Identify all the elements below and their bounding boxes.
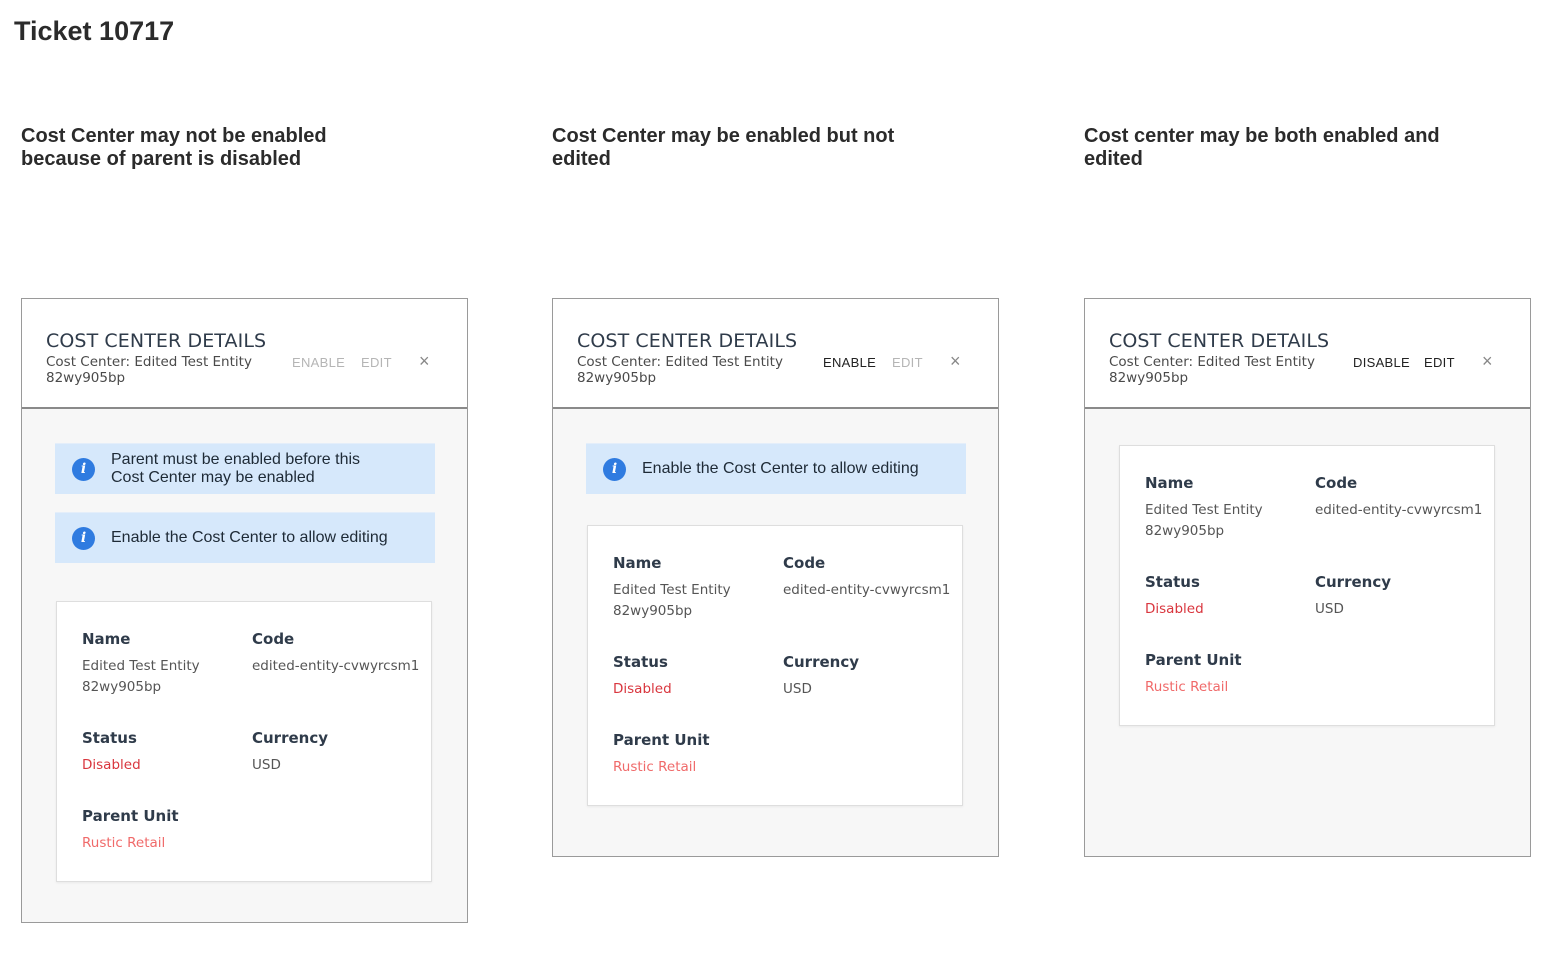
currency-value: USD <box>1315 601 1344 617</box>
parent-unit-field: Parent Unit Rustic Retail <box>1145 651 1242 698</box>
name-label: Name <box>82 630 131 648</box>
status-label: Status <box>82 729 137 747</box>
code-label: Code <box>783 554 826 572</box>
close-icon[interactable]: × <box>419 352 430 370</box>
currency-value: USD <box>252 757 281 773</box>
code-value: edited-entity-cvwyrcsm1 <box>783 582 951 598</box>
code-field: Code edited-entity-cvwyrcsm1 <box>1315 474 1485 521</box>
disable-button[interactable]: DISABLE <box>1353 355 1410 370</box>
panel-header: COST CENTER DETAILS Cost Center: Edited … <box>22 299 467 409</box>
status-value: Disabled <box>82 757 141 773</box>
status-label: Status <box>1145 573 1200 591</box>
panel-header: COST CENTER DETAILS Cost Center: Edited … <box>1085 299 1530 409</box>
alert-text: Enable the Cost Center to allow editing <box>642 460 919 477</box>
currency-field: Currency USD <box>783 653 859 700</box>
edit-button[interactable]: EDIT <box>892 355 923 370</box>
column-heading-3: Cost center may be both enabled and edit… <box>1084 125 1440 170</box>
currency-field: Currency USD <box>1315 573 1391 620</box>
alert-text: Parent must be enabled before this Cost … <box>111 451 361 486</box>
enable-button[interactable]: ENABLE <box>823 355 876 370</box>
panel-header: COST CENTER DETAILS Cost Center: Edited … <box>553 299 998 409</box>
name-field: Name Edited Test Entity 82wy905bp <box>82 630 232 698</box>
close-icon[interactable]: × <box>950 352 961 370</box>
status-value: Disabled <box>1145 601 1204 617</box>
edit-button[interactable]: EDIT <box>361 355 392 370</box>
panel-subtitle: Cost Center: Edited Test Entity 82wy905b… <box>1109 354 1315 386</box>
code-label: Code <box>1315 474 1358 492</box>
parent-unit-field: Parent Unit Rustic Retail <box>613 731 710 778</box>
alert-text: Enable the Cost Center to allow editing <box>111 529 388 546</box>
details-card: Name Edited Test Entity 82wy905bp Code e… <box>1119 445 1495 726</box>
parent-unit-link[interactable]: Rustic Retail <box>82 833 179 854</box>
name-label: Name <box>613 554 662 572</box>
info-icon: i <box>72 457 95 481</box>
parent-unit-label: Parent Unit <box>82 807 179 825</box>
panel-subtitle: Cost Center: Edited Test Entity 82wy905b… <box>577 354 783 386</box>
parent-unit-label: Parent Unit <box>613 731 710 749</box>
status-label: Status <box>613 653 668 671</box>
enable-to-edit-alert: i Enable the Cost Center to allow editin… <box>55 512 435 563</box>
cost-center-details-panel-1: COST CENTER DETAILS Cost Center: Edited … <box>21 298 468 923</box>
name-label: Name <box>1145 474 1194 492</box>
panel-title: COST CENTER DETAILS <box>46 330 267 352</box>
code-value: edited-entity-cvwyrcsm1 <box>252 658 420 674</box>
enable-to-edit-alert: i Enable the Cost Center to allow editin… <box>586 443 966 494</box>
enable-button[interactable]: ENABLE <box>292 355 345 370</box>
panel-title: COST CENTER DETAILS <box>1109 330 1330 352</box>
parent-unit-link[interactable]: Rustic Retail <box>613 757 710 778</box>
name-value: Edited Test Entity 82wy905bp <box>613 582 731 619</box>
parent-unit-label: Parent Unit <box>1145 651 1242 669</box>
panel-subtitle: Cost Center: Edited Test Entity 82wy905b… <box>46 354 252 386</box>
currency-label: Currency <box>1315 573 1392 591</box>
status-value: Disabled <box>613 681 672 697</box>
code-label: Code <box>252 630 295 648</box>
code-field: Code edited-entity-cvwyrcsm1 <box>783 554 953 601</box>
name-field: Name Edited Test Entity 82wy905bp <box>613 554 763 622</box>
cost-center-details-panel-2: COST CENTER DETAILS Cost Center: Edited … <box>552 298 999 857</box>
details-card: Name Edited Test Entity 82wy905bp Code e… <box>587 525 963 806</box>
currency-field: Currency USD <box>252 729 328 776</box>
column-heading-1: Cost Center may not be enabled because o… <box>21 125 327 170</box>
currency-label: Currency <box>783 653 860 671</box>
panel-title: COST CENTER DETAILS <box>577 330 798 352</box>
status-field: Status Disabled <box>613 653 672 700</box>
edit-button[interactable]: EDIT <box>1424 355 1455 370</box>
details-card: Name Edited Test Entity 82wy905bp Code e… <box>56 601 432 882</box>
page-title: Ticket 10717 <box>14 16 175 46</box>
name-field: Name Edited Test Entity 82wy905bp <box>1145 474 1295 542</box>
parent-disabled-alert: i Parent must be enabled before this Cos… <box>55 443 435 494</box>
cost-center-details-panel-3: COST CENTER DETAILS Cost Center: Edited … <box>1084 298 1531 857</box>
code-value: edited-entity-cvwyrcsm1 <box>1315 502 1483 518</box>
status-field: Status Disabled <box>1145 573 1204 620</box>
name-value: Edited Test Entity 82wy905bp <box>82 658 200 695</box>
column-heading-2: Cost Center may be enabled but not edite… <box>552 125 895 170</box>
info-icon: i <box>72 526 95 550</box>
parent-unit-field: Parent Unit Rustic Retail <box>82 807 179 854</box>
code-field: Code edited-entity-cvwyrcsm1 <box>252 630 422 677</box>
currency-label: Currency <box>252 729 329 747</box>
parent-unit-link[interactable]: Rustic Retail <box>1145 677 1242 698</box>
name-value: Edited Test Entity 82wy905bp <box>1145 502 1263 539</box>
info-icon: i <box>603 457 626 481</box>
status-field: Status Disabled <box>82 729 141 776</box>
close-icon[interactable]: × <box>1482 352 1493 370</box>
currency-value: USD <box>783 681 812 697</box>
